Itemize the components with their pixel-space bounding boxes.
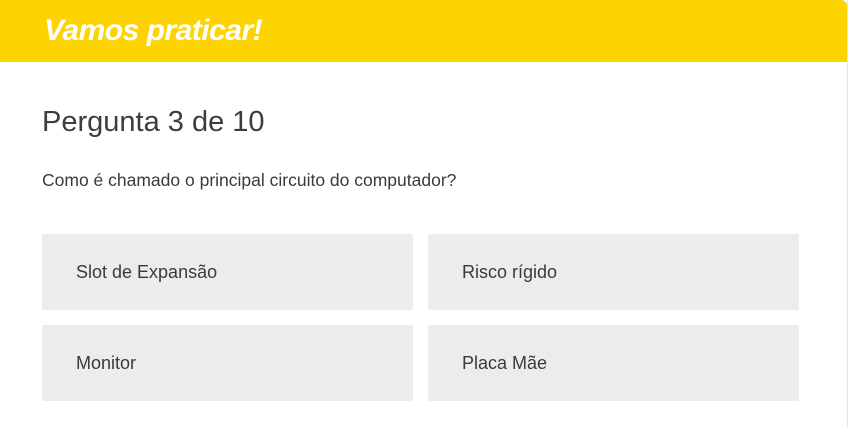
answer-label: Slot de Expansão bbox=[76, 262, 218, 282]
answer-option-3[interactable]: Monitor bbox=[42, 325, 413, 401]
answer-label: Placa Mãe bbox=[462, 353, 548, 373]
answer-option-1[interactable]: Slot de Expansão bbox=[42, 234, 413, 310]
answer-option-4[interactable]: Placa Mãe bbox=[428, 325, 799, 401]
question-counter: Pergunta 3 de 10 bbox=[42, 106, 265, 138]
answer-options: Slot de Expansão Risco rígido Monitor Pl… bbox=[42, 234, 799, 401]
banner-title: Vamos praticar! bbox=[44, 14, 263, 47]
answer-label: Monitor bbox=[76, 353, 137, 373]
answer-label: Risco rígido bbox=[462, 262, 558, 282]
question-text: Como é chamado o principal circuito do c… bbox=[42, 170, 457, 190]
quiz-card: Vamos praticar! Pergunta 3 de 10 Como é … bbox=[0, 0, 848, 427]
header-banner: Vamos praticar! bbox=[0, 0, 847, 62]
answer-option-2[interactable]: Risco rígido bbox=[428, 234, 799, 310]
